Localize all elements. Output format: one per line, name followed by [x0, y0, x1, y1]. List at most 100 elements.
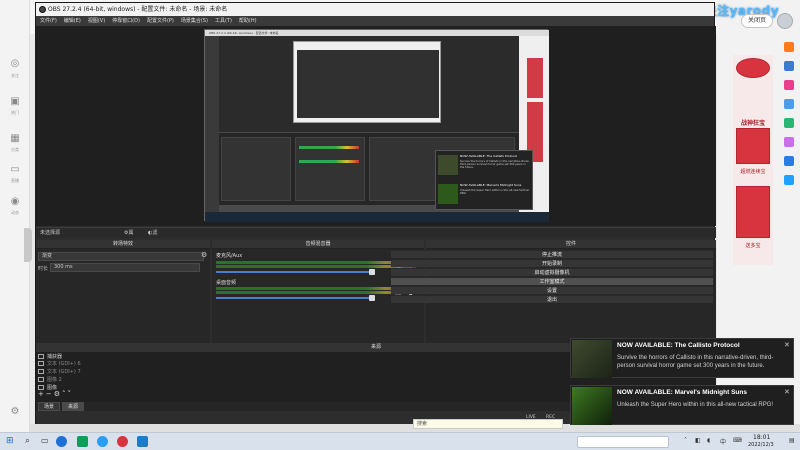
close-icon[interactable]: ✕: [784, 341, 790, 349]
task-view-icon[interactable]: ▭: [41, 436, 52, 447]
nested-notification: NOW AVAILABLE: The Callisto Protocol Sur…: [438, 153, 532, 180]
studio-mode-button[interactable]: 工作室模式: [391, 277, 713, 285]
notification-image: [572, 340, 612, 378]
category-icon[interactable]: ▦: [6, 133, 24, 147]
network-icon[interactable]: ◧: [695, 437, 701, 444]
ad-caption-1: 超燃连续宝: [740, 169, 766, 175]
preview-area[interactable]: OBS 27.2.4 (64-bit, windows) - 配置文件: 未命名: [36, 26, 716, 226]
extension-icon[interactable]: [784, 99, 794, 109]
extension-icon[interactable]: [784, 61, 794, 71]
obs-titlebar: OBS 27.2.4 (64-bit, windows) - 配置文件: 未命名…: [36, 3, 714, 16]
menu-tools[interactable]: 工具(T): [215, 16, 232, 26]
volume-slider[interactable]: [216, 297, 372, 299]
clock-time[interactable]: 18:01: [753, 434, 770, 441]
clock-date[interactable]: 2022/12/3: [748, 442, 774, 448]
move-down-icon[interactable]: ˅: [68, 390, 74, 398]
preview-canvas[interactable]: OBS 27.2.4 (64-bit, windows) - 配置文件: 未命名: [204, 29, 549, 222]
filters-button[interactable]: ◐ 滤镜: [148, 228, 157, 247]
volume-slider[interactable]: [216, 271, 372, 273]
chevron-up-icon[interactable]: ˄: [684, 437, 687, 444]
transitions-dock: 渐变 ⚙ 时长 300 ms: [36, 249, 210, 343]
menu-file[interactable]: 文件(F): [40, 16, 57, 26]
obs-taskbar-icon[interactable]: [117, 436, 128, 447]
nested-preview: [219, 36, 519, 132]
source-toolbar-buttons: +−⚙˄˅: [38, 390, 73, 398]
nested-meter: [299, 146, 359, 149]
live-icon[interactable]: ▭: [6, 164, 24, 178]
add-source-icon[interactable]: +: [38, 390, 46, 398]
properties-button[interactable]: ⚙ 属性: [124, 228, 134, 247]
hot-icon[interactable]: ▣: [6, 96, 24, 110]
taskbar-search-box[interactable]: [577, 436, 669, 448]
avatar[interactable]: [777, 13, 793, 29]
volume-slider-handle[interactable]: [369, 269, 375, 275]
source-gear-icon[interactable]: ⚙: [54, 390, 62, 398]
menu-docks[interactable]: 停靠窗口(D): [112, 16, 140, 26]
follow-icon[interactable]: ◎: [6, 58, 24, 72]
image-icon: [38, 377, 44, 382]
text-icon: [38, 369, 44, 374]
volume-meter: [216, 261, 416, 264]
extension-icon[interactable]: [784, 156, 794, 166]
start-recording-button[interactable]: 开始录制: [391, 259, 713, 267]
edge-icon[interactable]: [56, 436, 67, 447]
feed-icon[interactable]: ◉: [6, 196, 24, 210]
notification-toast[interactable]: NOW AVAILABLE: Marvel's Midnight Suns Un…: [570, 385, 794, 425]
source-item[interactable]: 文本 (GDI+) 7: [38, 368, 81, 375]
volume-slider-handle[interactable]: [369, 295, 375, 301]
app-icon[interactable]: [137, 436, 148, 447]
mixer-channel-name: 麦克风/Aux: [216, 253, 243, 259]
notification-body: Unleash the Super Hero within in this al…: [617, 402, 774, 408]
keyboard-icon[interactable]: ⌨: [733, 437, 742, 444]
text-icon: [38, 361, 44, 366]
exit-button[interactable]: 退出: [391, 295, 713, 303]
source-item-label: 文本 (GDI+) 6: [47, 361, 81, 367]
search-field[interactable]: 搜索: [413, 419, 563, 429]
source-item[interactable]: 捕获器: [38, 353, 62, 360]
desktop: ← → ◎ 关注 ▣ 热门 ▦ 分类 ▭ 直播 ◉ 动态 ⚙ 五级粉丝牌 +0关…: [0, 0, 800, 450]
menu-scene-collection[interactable]: 场景集合(S): [181, 16, 208, 26]
app-icon[interactable]: [77, 436, 88, 447]
close-page-button[interactable]: 关闭页: [741, 14, 773, 28]
tab-scenes[interactable]: 场景: [38, 402, 60, 411]
notification-toast[interactable]: NOW AVAILABLE: The Callisto Protocol Sur…: [570, 338, 794, 378]
transition-gear-icon[interactable]: ⚙: [201, 251, 207, 259]
nested-screen-content: [297, 50, 439, 118]
sidebar-collapse-handle[interactable]: [24, 228, 32, 262]
source-item[interactable]: 文本 (GDI+) 6: [38, 360, 81, 367]
extension-icon[interactable]: [784, 175, 794, 185]
transition-select[interactable]: 渐变: [38, 252, 204, 261]
no-source-label: 未选择源: [40, 230, 61, 236]
extension-icon[interactable]: [784, 118, 794, 128]
settings-button[interactable]: 设置: [391, 286, 713, 294]
extension-icon[interactable]: [784, 80, 794, 90]
ad-card-1[interactable]: [736, 128, 770, 164]
ad-card-2[interactable]: [736, 186, 770, 238]
duration-input[interactable]: 300 ms: [50, 263, 200, 272]
ad-badge[interactable]: [736, 58, 770, 78]
volume-meter: [216, 287, 416, 290]
nested-notification-image: [438, 155, 458, 175]
tab-sources[interactable]: 来源: [62, 402, 84, 411]
nested-taskbar: [205, 212, 549, 222]
remove-source-icon[interactable]: −: [46, 390, 54, 398]
windows-start-icon[interactable]: ⊞: [6, 436, 17, 447]
notification-center-icon[interactable]: ▤: [789, 437, 795, 444]
settings-gear-icon[interactable]: ⚙: [6, 406, 24, 420]
volume-icon[interactable]: ◖: [707, 437, 710, 444]
app-icon[interactable]: [97, 436, 108, 447]
source-item[interactable]: 图像 2: [38, 376, 62, 383]
menu-edit[interactable]: 编辑(E): [64, 16, 81, 26]
transitions-dock-title: 转场特效: [36, 240, 210, 249]
menu-view[interactable]: 视图(V): [88, 16, 105, 26]
ime-icon[interactable]: 中: [720, 437, 726, 446]
close-icon[interactable]: ✕: [784, 388, 790, 396]
menu-profile[interactable]: 配置文件(P): [147, 16, 174, 26]
duration-label: 时长: [38, 266, 49, 272]
extension-icon[interactable]: [784, 137, 794, 147]
extension-icon[interactable]: [784, 42, 794, 52]
menu-help[interactable]: 帮助(H): [239, 16, 257, 26]
start-virtual-camera-button[interactable]: 启动虚拟摄像机: [391, 268, 713, 276]
search-icon[interactable]: ⌕: [25, 436, 36, 447]
stop-streaming-button[interactable]: 停止推流: [391, 250, 713, 258]
